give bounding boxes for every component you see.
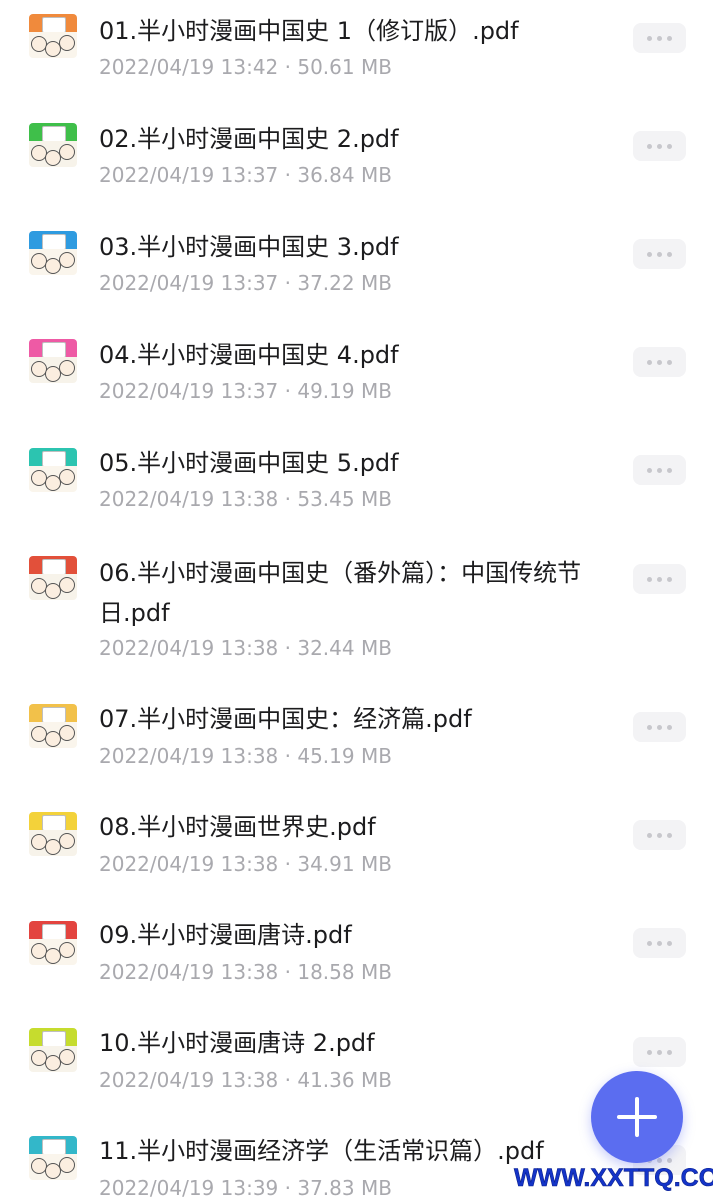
more-options-button[interactable] — [633, 820, 686, 850]
file-name: 03.半小时漫画中国史 3.pdf — [99, 233, 399, 261]
meta-separator: · — [278, 379, 298, 403]
ellipsis-icon — [647, 1049, 672, 1055]
file-meta: 2022/04/19 13:38 · 34.91 MB — [99, 852, 392, 876]
file-date: 2022/04/19 13:42 — [99, 55, 279, 79]
more-options-button[interactable] — [633, 564, 686, 594]
book-cover-thumbnail — [29, 812, 77, 856]
file-size: 49.19 MB — [297, 379, 392, 403]
meta-separator: · — [278, 960, 298, 984]
meta-separator: · — [278, 271, 298, 295]
file-name: 09.半小时漫画唐诗.pdf — [99, 921, 352, 949]
file-date: 2022/04/19 13:38 — [99, 744, 279, 768]
file-meta: 2022/04/19 13:42 · 50.61 MB — [99, 55, 392, 79]
file-size: 41.36 MB — [297, 1068, 392, 1092]
file-size: 37.83 MB — [297, 1176, 392, 1200]
file-meta: 2022/04/19 13:37 · 36.84 MB — [99, 163, 392, 187]
ellipsis-icon — [647, 35, 672, 41]
file-size: 18.58 MB — [297, 960, 392, 984]
more-options-button[interactable] — [633, 712, 686, 742]
file-date: 2022/04/19 13:38 — [99, 960, 279, 984]
watermark: WWW.XXTTQ.COM — [514, 1164, 713, 1193]
file-meta: 2022/04/19 13:38 · 41.36 MB — [99, 1068, 392, 1092]
file-size: 45.19 MB — [297, 744, 392, 768]
file-browser: 01.半小时漫画中国史 1（修订版）.pdf 2022/04/19 13:42 ·… — [0, 0, 713, 1200]
file-date: 2022/04/19 13:39 — [99, 1176, 279, 1200]
file-meta: 2022/04/19 13:37 · 37.22 MB — [99, 271, 392, 295]
file-name: 10.半小时漫画唐诗 2.pdf — [99, 1029, 375, 1057]
file-date: 2022/04/19 13:38 — [99, 636, 279, 660]
book-cover-thumbnail — [29, 704, 77, 748]
book-cover-thumbnail — [29, 921, 77, 965]
file-date: 2022/04/19 13:37 — [99, 271, 279, 295]
book-cover-thumbnail — [29, 123, 77, 167]
file-name: 06.半小时漫画中国史（番外篇）：中国传统节日.pdf — [99, 559, 582, 627]
book-cover-thumbnail — [29, 1028, 77, 1072]
meta-separator: · — [278, 487, 298, 511]
file-name: 08.半小时漫画世界史.pdf — [99, 813, 376, 841]
meta-separator: · — [278, 852, 298, 876]
file-name: 04.半小时漫画中国史 4.pdf — [99, 341, 399, 369]
book-cover-thumbnail — [29, 448, 77, 492]
ellipsis-icon — [647, 832, 672, 838]
file-size: 50.61 MB — [297, 55, 392, 79]
file-meta: 2022/04/19 13:38 · 45.19 MB — [99, 744, 392, 768]
more-options-button[interactable] — [633, 928, 686, 958]
file-date: 2022/04/19 13:38 — [99, 852, 279, 876]
more-options-button[interactable] — [633, 347, 686, 377]
more-options-button[interactable] — [633, 239, 686, 269]
meta-separator: · — [278, 55, 298, 79]
more-options-button[interactable] — [633, 1037, 686, 1067]
file-meta: 2022/04/19 13:37 · 49.19 MB — [99, 379, 392, 403]
file-name: 07.半小时漫画中国史：经济篇.pdf — [99, 705, 472, 733]
meta-separator: · — [278, 636, 298, 660]
file-size: 32.44 MB — [297, 636, 392, 660]
file-date: 2022/04/19 13:38 — [99, 1068, 279, 1092]
book-cover-thumbnail — [29, 1136, 77, 1180]
file-size: 36.84 MB — [297, 163, 392, 187]
ellipsis-icon — [647, 576, 672, 582]
file-size: 53.45 MB — [297, 487, 392, 511]
file-meta: 2022/04/19 13:38 · 53.45 MB — [99, 487, 392, 511]
ellipsis-icon — [647, 143, 672, 149]
ellipsis-icon — [647, 724, 672, 730]
meta-separator: · — [278, 1176, 298, 1200]
file-name: 02.半小时漫画中国史 2.pdf — [99, 125, 399, 153]
ellipsis-icon — [647, 940, 672, 946]
ellipsis-icon — [647, 467, 672, 473]
book-cover-thumbnail — [29, 339, 77, 383]
book-cover-thumbnail — [29, 14, 77, 58]
file-meta: 2022/04/19 13:39 · 37.83 MB — [99, 1176, 392, 1200]
file-date: 2022/04/19 13:37 — [99, 163, 279, 187]
file-name: 01.半小时漫画中国史 1（修订版）.pdf — [99, 17, 519, 45]
file-size: 34.91 MB — [297, 852, 392, 876]
file-meta: 2022/04/19 13:38 · 18.58 MB — [99, 960, 392, 984]
book-cover-thumbnail — [29, 556, 77, 600]
ellipsis-icon — [647, 359, 672, 365]
meta-separator: · — [278, 163, 298, 187]
ellipsis-icon — [647, 251, 672, 257]
file-date: 2022/04/19 13:38 — [99, 487, 279, 511]
file-meta: 2022/04/19 13:38 · 32.44 MB — [99, 636, 392, 660]
more-options-button[interactable] — [633, 23, 686, 53]
meta-separator: · — [278, 744, 298, 768]
file-size: 37.22 MB — [297, 271, 392, 295]
add-button[interactable] — [591, 1071, 683, 1163]
book-cover-thumbnail — [29, 231, 77, 275]
file-date: 2022/04/19 13:37 — [99, 379, 279, 403]
more-options-button[interactable] — [633, 455, 686, 485]
file-name: 05.半小时漫画中国史 5.pdf — [99, 449, 399, 477]
more-options-button[interactable] — [633, 131, 686, 161]
meta-separator: · — [278, 1068, 298, 1092]
